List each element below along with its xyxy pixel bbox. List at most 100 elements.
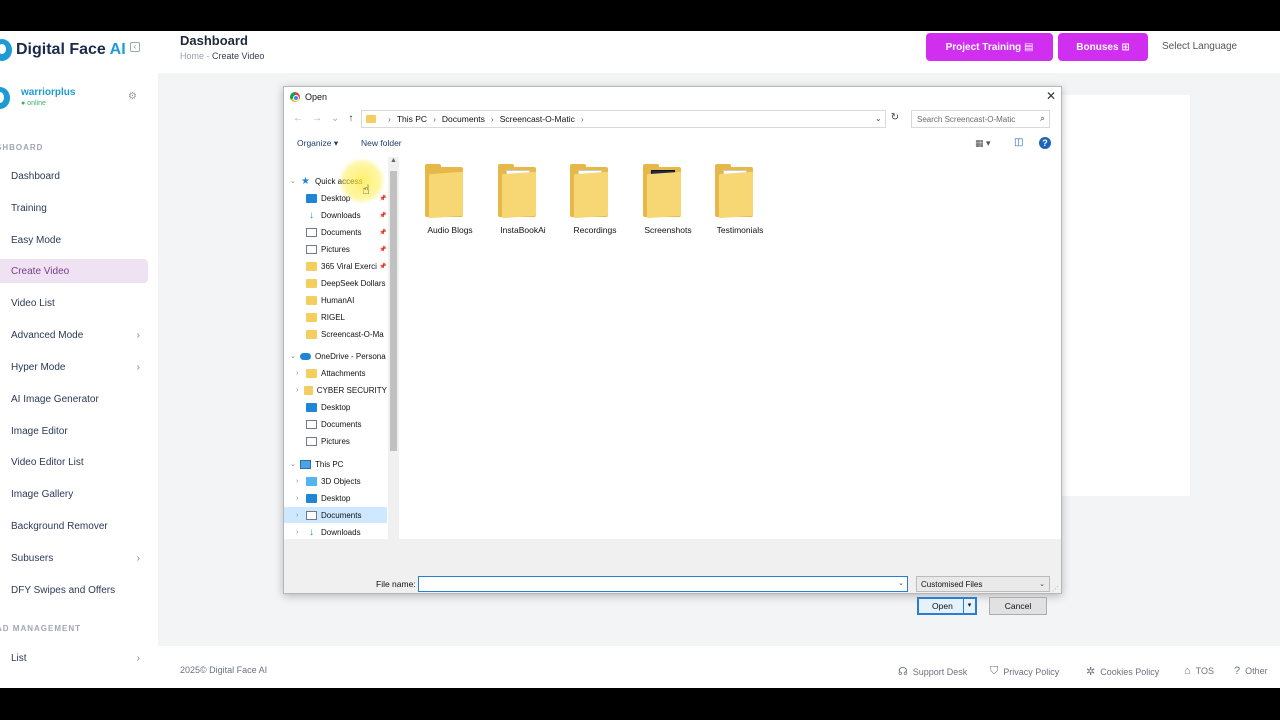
project-training-button[interactable]: Project Training ▤ [926, 33, 1053, 61]
address-dropdown-icon[interactable]: ⌄ [875, 114, 882, 123]
help-icon[interactable]: ? [1039, 137, 1051, 149]
nav-scrollbar[interactable]: ▲ ▼ [388, 157, 399, 569]
tree-item[interactable]: DeepSeek Dollars [284, 275, 387, 291]
bonuses-button[interactable]: Bonuses ⊞ [1058, 33, 1148, 61]
support-desk-link[interactable]: ☊ Support Desk [898, 665, 967, 678]
refresh-icon[interactable]: ↻ [888, 112, 902, 126]
sidebar-item-training[interactable]: Training [0, 196, 148, 220]
sidebar-item-hyper-mode[interactable]: Hyper Mode › [0, 355, 148, 379]
expander-chevron-icon[interactable]: › [296, 495, 306, 502]
tree-item[interactable]: › 3D Objects [284, 473, 387, 489]
book-icon: ▤ [1023, 41, 1034, 53]
file-type-select[interactable]: Customised Files ⌄ [916, 576, 1050, 592]
tree-item[interactable]: RIGEL [284, 309, 387, 325]
tree-item[interactable]: 365 Viral Exerci 📌 [284, 258, 387, 274]
breadcrumb-current: Create Video [212, 51, 265, 61]
other-link[interactable]: ? Other [1234, 665, 1268, 677]
scroll-thumb[interactable] [390, 171, 397, 451]
expander-chevron-icon[interactable]: › [296, 370, 306, 377]
tree-item[interactable]: ↓ Downloads 📌 [284, 207, 387, 223]
sidebar-item-dashboard[interactable]: Dashboard [0, 164, 148, 188]
recent-chevron-icon[interactable]: ⌄ [331, 113, 339, 124]
address-segment[interactable]: This PC [397, 114, 427, 124]
user-status: ● online [21, 100, 46, 107]
logo[interactable]: Digital Face AI [0, 37, 126, 63]
chevron-down-icon[interactable]: ⌄ [898, 579, 904, 587]
sidebar-item-ai-image-generator[interactable]: AI Image Generator [0, 387, 148, 411]
tree-item[interactable]: › ↓ Downloads [284, 524, 387, 540]
expander-chevron-icon[interactable]: › [296, 529, 306, 536]
sidebar-item-image-gallery[interactable]: Image Gallery [0, 482, 148, 506]
tree-item[interactable]: Pictures [284, 433, 387, 449]
expander-chevron-icon[interactable]: › [296, 387, 304, 394]
expander-chevron-icon[interactable]: ⌄ [290, 352, 300, 360]
forward-arrow-icon[interactable]: → [312, 113, 322, 124]
cookies-policy-link[interactable]: ✲ Cookies Policy [1086, 665, 1159, 678]
sidebar-item-video-list[interactable]: Video List [0, 291, 148, 315]
folder-icon [570, 164, 608, 219]
sidebar-item-advanced-mode[interactable]: Advanced Mode › [0, 323, 148, 347]
view-options-icon[interactable]: ▦ ▾ [975, 138, 991, 149]
collapse-sidebar-icon[interactable]: ‹ [130, 42, 140, 52]
search-input[interactable]: Search Screencast-O-Matic ⌕ [911, 110, 1050, 128]
search-placeholder: Search Screencast-O-Matic [917, 114, 1016, 124]
sidebar-item-background-remover[interactable]: Background Remover [0, 514, 148, 538]
open-button[interactable]: Open ▾ [917, 597, 977, 615]
folder-item[interactable]: Screenshots [632, 164, 704, 245]
back-arrow-icon[interactable]: ← [293, 113, 303, 124]
expander-chevron-icon[interactable]: ⌄ [290, 177, 300, 185]
tree-item[interactable]: Desktop [284, 399, 387, 415]
sidebar-item-subusers[interactable]: Subusers › [0, 546, 148, 570]
tree-item[interactable]: Documents [284, 416, 387, 432]
expander-chevron-icon[interactable]: › [296, 478, 306, 485]
breadcrumb-home[interactable]: Home [180, 51, 204, 61]
folder-item[interactable]: InstaBookAi [487, 164, 559, 245]
folder-item[interactable]: Audio Blogs [414, 164, 486, 245]
copyright: 2025© Digital Face AI [180, 665, 268, 675]
address-segment[interactable]: Documents [442, 114, 485, 124]
tree-this-pc[interactable]: ⌄ This PC [284, 456, 387, 472]
sidebar-item-create-video[interactable]: Create Video [0, 259, 148, 283]
scroll-up-icon[interactable]: ▲ [390, 157, 397, 164]
tree-onedrive[interactable]: ⌄ OneDrive - Persona [284, 348, 387, 364]
tree-item[interactable]: Pictures 📌 [284, 241, 387, 257]
tree-item[interactable]: › Attachments [284, 365, 387, 381]
chevron-right-icon: › [580, 114, 584, 124]
tos-link[interactable]: ⌂ TOS [1184, 665, 1214, 677]
tree-item[interactable]: › Desktop [284, 490, 387, 506]
organize-button[interactable]: Organize ▾ [297, 138, 338, 149]
folder-icon [306, 493, 317, 503]
tree-item-label: Documents [321, 419, 362, 429]
preview-pane-icon[interactable]: ◫ [1014, 137, 1023, 148]
sidebar-item-easy-mode[interactable]: Easy Mode [0, 228, 148, 252]
privacy-policy-link[interactable]: ⛉ Privacy Policy [990, 665, 1059, 678]
sidebar-item-image-editor[interactable]: Image Editor [0, 419, 148, 443]
expander-chevron-icon[interactable]: › [296, 512, 306, 519]
new-folder-button[interactable]: New folder [361, 138, 402, 148]
tree-item[interactable]: Documents 📌 [284, 224, 387, 240]
folder-icon [306, 368, 317, 378]
chevron-right-icon: › [136, 329, 140, 341]
close-icon[interactable]: ✕ [1046, 89, 1056, 103]
language-select[interactable]: Select Language [1162, 41, 1237, 52]
folder-item[interactable]: Testimonials [704, 164, 776, 245]
resize-grip-icon[interactable]: ⋰ [1052, 585, 1059, 593]
folder-item[interactable]: Recordings [559, 164, 631, 245]
sidebar-item-dfy-swipes-and-offers[interactable]: DFY Swipes and Offers [0, 578, 148, 602]
sidebar-item-list[interactable]: List › [0, 646, 148, 670]
tree-item[interactable]: HumanAI [284, 292, 387, 308]
page-title: Dashboard [180, 33, 248, 48]
open-file-dialog: Open ✕ ← → ⌄ ↑ › This PC › Documents › S… [283, 86, 1062, 615]
tree-item[interactable]: › CYBER SECURITY [284, 382, 387, 398]
address-segment[interactable]: Screencast-O-Matic [500, 114, 575, 124]
sidebar-item-video-editor-list[interactable]: Video Editor List [0, 450, 148, 474]
tree-item[interactable]: Screencast-O-Ma [284, 326, 387, 342]
up-arrow-icon[interactable]: ↑ [348, 113, 353, 124]
address-bar[interactable]: › This PC › Documents › Screencast-O-Mat… [361, 110, 886, 128]
file-name-input[interactable]: ⌄ [418, 576, 908, 592]
gear-icon[interactable]: ⚙ [128, 91, 137, 102]
open-options-dropdown-icon[interactable]: ▾ [963, 599, 975, 613]
cancel-button[interactable]: Cancel [989, 597, 1047, 615]
tree-item[interactable]: › Documents [284, 507, 387, 523]
expander-chevron-icon[interactable]: ⌄ [290, 460, 300, 468]
